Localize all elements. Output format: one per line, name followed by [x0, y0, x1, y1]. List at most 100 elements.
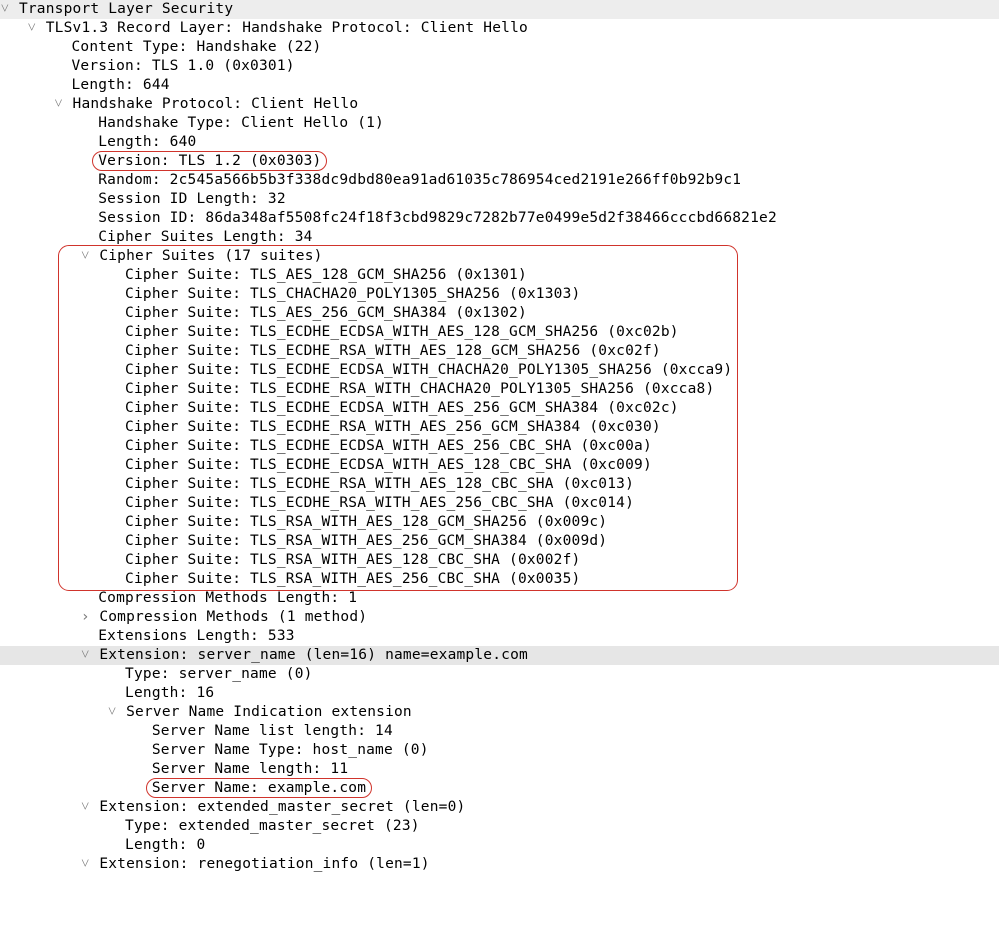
tree-item-ext-server-name[interactable]: Extension: server_name (len=16) name=exa… — [0, 646, 999, 665]
tree-item[interactable]: Type: server_name (0) — [0, 665, 999, 684]
field-value: Cipher Suite: TLS_ECDHE_RSA_WITH_AES_128… — [125, 343, 661, 359]
tree-item-cipher-suite[interactable]: Cipher Suite: TLS_ECDHE_RSA_WITH_AES_256… — [0, 418, 999, 437]
tree-item-cipher-suite[interactable]: Cipher Suite: TLS_ECDHE_RSA_WITH_CHACHA2… — [0, 380, 999, 399]
field-value: Content Type: Handshake (22) — [71, 39, 321, 55]
chevron-down-icon — [80, 646, 90, 665]
tree-item-cipher-suite[interactable]: Cipher Suite: TLS_AES_256_GCM_SHA384 (0x… — [0, 304, 999, 323]
tree-item[interactable]: Server Name length: 11 — [0, 760, 999, 779]
field-value: Version: TLS 1.2 (0x0303) — [98, 153, 321, 169]
tree-item[interactable]: Length: 0 — [0, 836, 999, 855]
tree-item[interactable]: Server Name Type: host_name (0) — [0, 741, 999, 760]
packet-dissection-tree: Transport Layer Security TLSv1.3 Record … — [0, 0, 999, 874]
field-value: Random: 2c545a566b5b3f338dc9dbd80ea91ad6… — [98, 172, 741, 188]
tree-item-handshake[interactable]: Handshake Protocol: Client Hello — [0, 95, 999, 114]
field-value: Cipher Suite: TLS_ECDHE_ECDSA_WITH_AES_1… — [125, 324, 679, 340]
tree-item[interactable]: Content Type: Handshake (22) — [0, 38, 999, 57]
tree-item-cipher-suite[interactable]: Cipher Suite: TLS_RSA_WITH_AES_128_GCM_S… — [0, 513, 999, 532]
tree-item[interactable]: Handshake Type: Client Hello (1) — [0, 114, 999, 133]
tree-item-cipher-suite[interactable]: Cipher Suite: TLS_ECDHE_ECDSA_WITH_AES_1… — [0, 456, 999, 475]
field-value: Length: 16 — [125, 685, 214, 701]
tree-label: Extension: extended_master_secret (len=0… — [99, 799, 465, 815]
field-value: Cipher Suite: TLS_ECDHE_ECDSA_WITH_AES_2… — [125, 400, 679, 416]
tree-item-cipher-suite[interactable]: Cipher Suite: TLS_ECDHE_RSA_WITH_AES_128… — [0, 475, 999, 494]
chevron-down-icon — [54, 95, 64, 114]
field-value: Cipher Suite: TLS_ECDHE_RSA_WITH_AES_128… — [125, 476, 634, 492]
field-value: Cipher Suites Length: 34 — [98, 229, 312, 245]
tree-item-cipher-suite[interactable]: Cipher Suite: TLS_CHACHA20_POLY1305_SHA2… — [0, 285, 999, 304]
chevron-down-icon — [27, 19, 37, 38]
tree-label: Compression Methods (1 method) — [99, 609, 367, 625]
field-value: Cipher Suite: TLS_RSA_WITH_AES_128_CBC_S… — [125, 552, 580, 568]
tree-item-cipher-suite[interactable]: Cipher Suite: TLS_ECDHE_ECDSA_WITH_CHACH… — [0, 361, 999, 380]
chevron-down-icon — [80, 855, 90, 874]
field-value: Cipher Suite: TLS_ECDHE_RSA_WITH_AES_256… — [125, 495, 634, 511]
field-value: Cipher Suite: TLS_ECDHE_ECDSA_WITH_AES_1… — [125, 457, 652, 473]
field-value: Cipher Suite: TLS_AES_128_GCM_SHA256 (0x… — [125, 267, 527, 283]
tree-label: Extension: server_name (len=16) name=exa… — [99, 647, 528, 663]
tree-label: Transport Layer Security — [19, 1, 233, 17]
tree-item-server-name[interactable]: Server Name: example.com — [0, 779, 999, 798]
field-value: Cipher Suite: TLS_RSA_WITH_AES_256_GCM_S… — [125, 533, 607, 549]
field-value: Cipher Suite: TLS_ECDHE_RSA_WITH_CHACHA2… — [125, 381, 714, 397]
tree-label: Server Name Indication extension — [126, 704, 412, 720]
field-value: Session ID Length: 32 — [98, 191, 286, 207]
tree-item[interactable]: Cipher Suites Length: 34 — [0, 228, 999, 247]
field-value: Cipher Suite: TLS_ECDHE_RSA_WITH_AES_256… — [125, 419, 661, 435]
tree-item-sni[interactable]: Server Name Indication extension — [0, 703, 999, 722]
tree-item[interactable]: Version: TLS 1.0 (0x0301) — [0, 57, 999, 76]
field-value: Server Name: example.com — [152, 780, 366, 796]
chevron-right-icon — [80, 608, 90, 627]
tree-item-cipher-suite[interactable]: Cipher Suite: TLS_ECDHE_RSA_WITH_AES_256… — [0, 494, 999, 513]
field-value: Version: TLS 1.0 (0x0301) — [71, 58, 294, 74]
tree-item[interactable]: Session ID Length: 32 — [0, 190, 999, 209]
tree-item-cipher-suite[interactable]: Cipher Suite: TLS_ECDHE_ECDSA_WITH_AES_2… — [0, 437, 999, 456]
tree-item-cipher-suite[interactable]: Cipher Suite: TLS_ECDHE_ECDSA_WITH_AES_1… — [0, 323, 999, 342]
tree-item-cipher-suite[interactable]: Cipher Suite: TLS_ECDHE_RSA_WITH_AES_128… — [0, 342, 999, 361]
field-value: Extensions Length: 533 — [98, 628, 294, 644]
tree-item[interactable]: Session ID: 86da348af5508fc24f18f3cbd982… — [0, 209, 999, 228]
chevron-down-icon — [80, 798, 90, 817]
field-value: Length: 644 — [71, 77, 169, 93]
field-value: Handshake Type: Client Hello (1) — [98, 115, 384, 131]
chevron-down-icon — [80, 247, 90, 266]
tree-item-cipher-suite[interactable]: Cipher Suite: TLS_AES_128_GCM_SHA256 (0x… — [0, 266, 999, 285]
tree-item-cipher-suite[interactable]: Cipher Suite: TLS_ECDHE_ECDSA_WITH_AES_2… — [0, 399, 999, 418]
tree-item[interactable]: Length: 16 — [0, 684, 999, 703]
tree-item[interactable]: Length: 640 — [0, 133, 999, 152]
tree-item-ext-ems[interactable]: Extension: extended_master_secret (len=0… — [0, 798, 999, 817]
chevron-down-icon — [0, 0, 10, 19]
field-value: Cipher Suite: TLS_RSA_WITH_AES_128_GCM_S… — [125, 514, 607, 530]
tree-item[interactable]: Random: 2c545a566b5b3f338dc9dbd80ea91ad6… — [0, 171, 999, 190]
field-value: Length: 0 — [125, 837, 205, 853]
tree-label: TLSv1.3 Record Layer: Handshake Protocol… — [46, 20, 528, 36]
tree-item-cipher-suite[interactable]: Cipher Suite: TLS_RSA_WITH_AES_128_CBC_S… — [0, 551, 999, 570]
tree-item-cipher-suites[interactable]: Cipher Suites (17 suites) — [0, 247, 999, 266]
tree-label: Cipher Suites (17 suites) — [99, 248, 322, 264]
field-value: Cipher Suite: TLS_AES_256_GCM_SHA384 (0x… — [125, 305, 527, 321]
tree-item[interactable]: Extensions Length: 533 — [0, 627, 999, 646]
tree-label: Extension: renegotiation_info (len=1) — [99, 856, 429, 872]
tree-item-cipher-suite[interactable]: Cipher Suite: TLS_RSA_WITH_AES_256_CBC_S… — [0, 570, 999, 589]
tree-item[interactable]: Type: extended_master_secret (23) — [0, 817, 999, 836]
tree-item[interactable]: Server Name list length: 14 — [0, 722, 999, 741]
field-value: Session ID: 86da348af5508fc24f18f3cbd982… — [98, 210, 777, 226]
tree-item-version[interactable]: Version: TLS 1.2 (0x0303) — [0, 152, 999, 171]
field-value: Compression Methods Length: 1 — [98, 590, 357, 606]
field-value: Type: extended_master_secret (23) — [125, 818, 420, 834]
field-value: Cipher Suite: TLS_ECDHE_ECDSA_WITH_AES_2… — [125, 438, 652, 454]
tree-item[interactable]: Length: 644 — [0, 76, 999, 95]
tree-item-record[interactable]: TLSv1.3 Record Layer: Handshake Protocol… — [0, 19, 999, 38]
field-value: Cipher Suite: TLS_ECDHE_ECDSA_WITH_CHACH… — [125, 362, 732, 378]
field-value: Cipher Suite: TLS_RSA_WITH_AES_256_CBC_S… — [125, 571, 580, 587]
field-value: Server Name Type: host_name (0) — [152, 742, 429, 758]
field-value: Server Name length: 11 — [152, 761, 348, 777]
field-value: Server Name list length: 14 — [152, 723, 393, 739]
field-value: Length: 640 — [98, 134, 196, 150]
tree-label: Handshake Protocol: Client Hello — [73, 96, 359, 112]
tree-item-compression-methods[interactable]: Compression Methods (1 method) — [0, 608, 999, 627]
tree-item-ext-ri[interactable]: Extension: renegotiation_info (len=1) — [0, 855, 999, 874]
tree-item[interactable]: Compression Methods Length: 1 — [0, 589, 999, 608]
chevron-down-icon — [107, 703, 117, 722]
tree-item-cipher-suite[interactable]: Cipher Suite: TLS_RSA_WITH_AES_256_GCM_S… — [0, 532, 999, 551]
tree-item-tls[interactable]: Transport Layer Security — [0, 0, 999, 19]
